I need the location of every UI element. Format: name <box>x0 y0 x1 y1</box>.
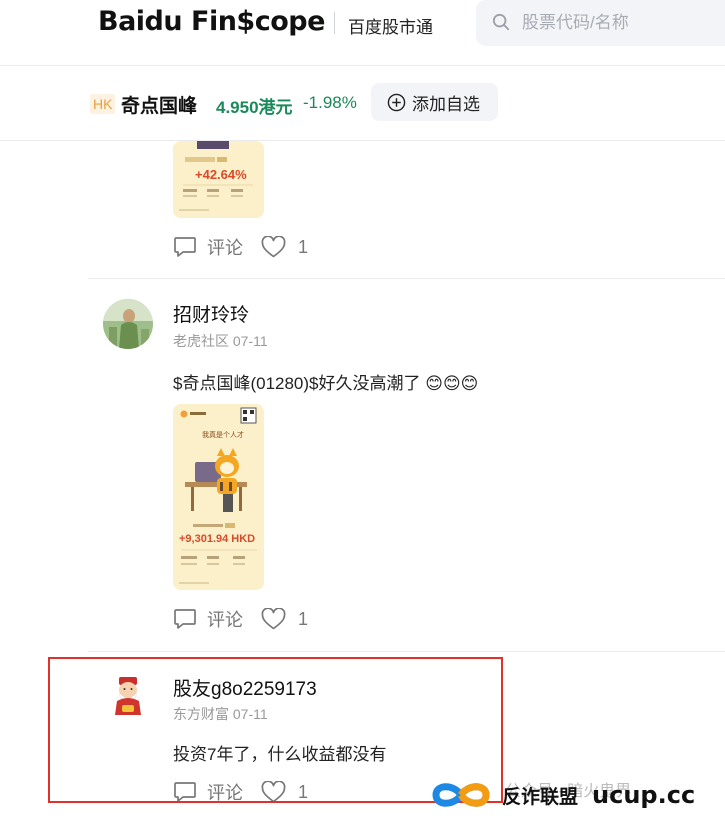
post-divider <box>88 278 725 279</box>
stock-change: -1.98% <box>303 93 357 112</box>
post-date: 07-11 <box>232 333 268 349</box>
add-to-watchlist-button[interactable]: 添加自选 <box>371 83 498 121</box>
search-input[interactable] <box>522 12 722 34</box>
post-content: $奇点国峰(01280)$好久没高潮了 😊😊😊 <box>173 374 479 393</box>
stock-info-bar: HK 奇点国峰 4.950港元 -1.98% 添加自选 <box>0 66 725 141</box>
comment-label: 评论 <box>207 238 243 258</box>
stock-name[interactable]: 奇点国峰 <box>121 91 197 118</box>
post-actions: 评论 1 <box>173 234 308 260</box>
like-button[interactable]: 1 <box>261 608 308 630</box>
user-avatar[interactable] <box>103 299 153 349</box>
post-source: 老虎社区 <box>173 333 229 349</box>
comment-label: 评论 <box>207 610 243 630</box>
post-image[interactable]: 我真是个人才 +9,301.94 HKD <box>173 404 264 590</box>
post-image[interactable]: +42.64% <box>173 141 264 218</box>
infinity-logo-icon <box>432 783 490 807</box>
like-count: 1 <box>298 236 309 257</box>
post-image-gain: +42.64% <box>195 167 247 182</box>
search-box[interactable] <box>476 0 725 46</box>
logo-subtitle: 百度股市通 <box>348 18 433 37</box>
avatar-photo <box>103 299 153 349</box>
post-divider <box>88 651 725 652</box>
like-button[interactable]: 1 <box>261 236 308 258</box>
search-icon <box>492 13 510 31</box>
market-badge: HK <box>90 94 116 114</box>
add-to-watchlist-label: 添加自选 <box>412 94 480 114</box>
stock-price: 4.950港元 <box>216 98 293 117</box>
comment-button[interactable]: 评论 <box>173 234 243 260</box>
comment-button[interactable]: 评论 <box>173 606 243 632</box>
brand-watermark: 反诈联盟 ucup.cc <box>428 778 695 812</box>
comment-icon <box>174 609 196 629</box>
post-image-headline: 我真是个人才 <box>202 431 244 439</box>
brand-url: ucup.cc <box>592 781 696 809</box>
brand-name: 反诈联盟 <box>502 786 579 808</box>
plus-circle-icon <box>387 93 406 111</box>
post-image-gain: +9,301.94 HKD <box>179 533 256 545</box>
baidu-finscope-logo[interactable]: Baidu Fin$cope <box>98 6 325 37</box>
post-username[interactable]: 招财玲玲 <box>173 300 249 327</box>
top-navbar: Baidu Fin$cope 百度股市通 <box>0 0 725 66</box>
logo-divider <box>334 12 335 34</box>
post-meta: 老虎社区 07-11 <box>173 331 268 351</box>
post-actions: 评论 1 <box>173 606 308 632</box>
heart-icon <box>261 236 286 258</box>
heart-icon <box>261 608 286 630</box>
comment-icon <box>174 237 196 257</box>
like-count: 1 <box>298 608 309 629</box>
